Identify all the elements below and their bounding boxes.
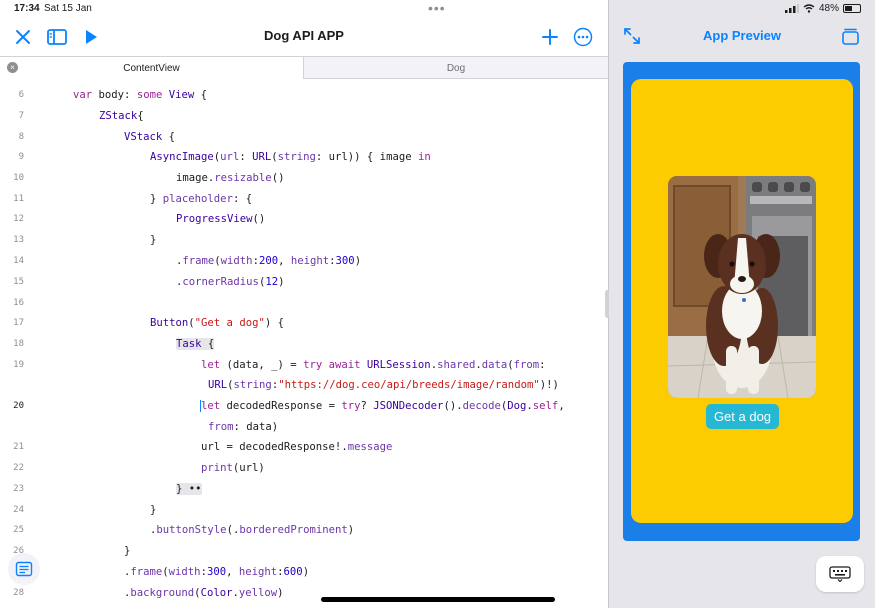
line-number: 22 <box>13 463 24 473</box>
code-line: .buttonStyle(.borderedProminent) <box>150 524 355 536</box>
line-number: 17 <box>13 318 24 328</box>
line-number: 10 <box>13 173 24 183</box>
status-time: 17:34 <box>14 3 40 14</box>
line-number: 19 <box>13 360 24 370</box>
code-line: Button("Get a dog") { <box>150 317 284 329</box>
wifi-icon <box>803 4 815 13</box>
line-number: 23 <box>13 484 24 494</box>
editor-pane: 17:34 Sat 15 Jan ••• Dog API APP × Conte… <box>0 0 608 608</box>
line-number: 18 <box>13 339 24 349</box>
code-line: .frame(width:300, height:600) <box>124 566 310 578</box>
tab-label: Dog <box>446 62 466 74</box>
line-number: 12 <box>13 214 24 224</box>
code-line: } <box>124 545 131 557</box>
line-number: 28 <box>13 588 24 598</box>
line-number: 21 <box>13 442 24 452</box>
code-line: URL(string:"https://dog.ceo/api/breeds/i… <box>208 379 559 391</box>
device-stack-icon[interactable] <box>839 25 861 47</box>
line-number: 6 <box>18 90 24 100</box>
code-line-current: let decodedResponse = try? JSONDecoder()… <box>200 400 565 412</box>
status-bar: 17:34 Sat 15 Jan ••• <box>0 0 608 18</box>
preview-title: App Preview <box>702 28 782 43</box>
code-line: .frame(width:200, height:300) <box>176 255 362 267</box>
line-number-current: 20 <box>13 401 24 411</box>
code-line: Task { <box>176 338 215 350</box>
code-line: url = decodedResponse!.message <box>201 441 393 453</box>
line-number: 24 <box>13 505 24 515</box>
code-line: let (data, _) = try await URLSession.sha… <box>201 359 546 371</box>
signal-icon <box>784 4 799 13</box>
code-line: .cornerRadius(12) <box>176 276 285 288</box>
line-number: 7 <box>18 111 24 121</box>
document-outline-button[interactable] <box>8 553 40 585</box>
code-line: } <box>150 504 157 516</box>
line-number: 14 <box>13 256 24 266</box>
get-a-dog-button[interactable]: Get a dog <box>706 404 779 429</box>
code-line: from: data) <box>208 421 279 433</box>
line-number: 8 <box>18 132 24 142</box>
tab-label: ContentView <box>123 62 180 74</box>
code-line: AsyncImage(url: URL(string: url)) { imag… <box>150 151 431 163</box>
code-line: print(url) <box>201 462 265 474</box>
line-number: 25 <box>13 525 24 535</box>
code-line: ProgressView() <box>176 213 266 225</box>
preview-pane: 48% App Preview Get a dog <box>609 0 875 608</box>
tab-close-icon[interactable]: × <box>7 62 18 73</box>
editor-toolbar: Dog API APP <box>0 18 608 56</box>
tab-contentview[interactable]: × ContentView <box>0 57 304 79</box>
add-icon[interactable] <box>538 25 562 49</box>
home-indicator[interactable] <box>321 597 555 602</box>
line-number: 16 <box>13 298 24 308</box>
code-line: var body: some View { <box>73 89 208 101</box>
dog-photo <box>668 176 816 398</box>
line-number: 15 <box>13 277 24 287</box>
status-date: Sat 15 Jan <box>44 3 92 14</box>
status-indicators: 48% <box>784 3 861 14</box>
code-line: image.resizable() <box>176 172 285 184</box>
code-line: ZStack{ <box>99 110 144 122</box>
keyboard-icon <box>829 566 851 582</box>
code-line: .background(Color.yellow) <box>124 587 284 599</box>
line-number: 13 <box>13 235 24 245</box>
code-line: VStack { <box>124 131 176 143</box>
document-list-icon <box>15 561 33 577</box>
app-canvas: Get a dog <box>631 79 853 523</box>
code-line: } •• <box>176 483 202 495</box>
code-line: } <box>150 234 157 246</box>
keyboard-toggle-button[interactable] <box>816 556 864 592</box>
code-line: } placeholder: { <box>150 193 253 205</box>
battery-icon <box>843 4 861 13</box>
file-tabs: × ContentView Dog <box>0 56 608 79</box>
line-number: 9 <box>18 152 24 162</box>
multitasking-dots-icon[interactable]: ••• <box>428 0 446 16</box>
more-options-icon[interactable] <box>571 25 595 49</box>
device-preview-frame: Get a dog <box>623 62 860 541</box>
line-number: 11 <box>13 194 24 204</box>
battery-percentage: 48% <box>818 3 839 14</box>
tab-dog[interactable]: Dog <box>304 57 608 79</box>
project-title: Dog API APP <box>264 28 344 43</box>
